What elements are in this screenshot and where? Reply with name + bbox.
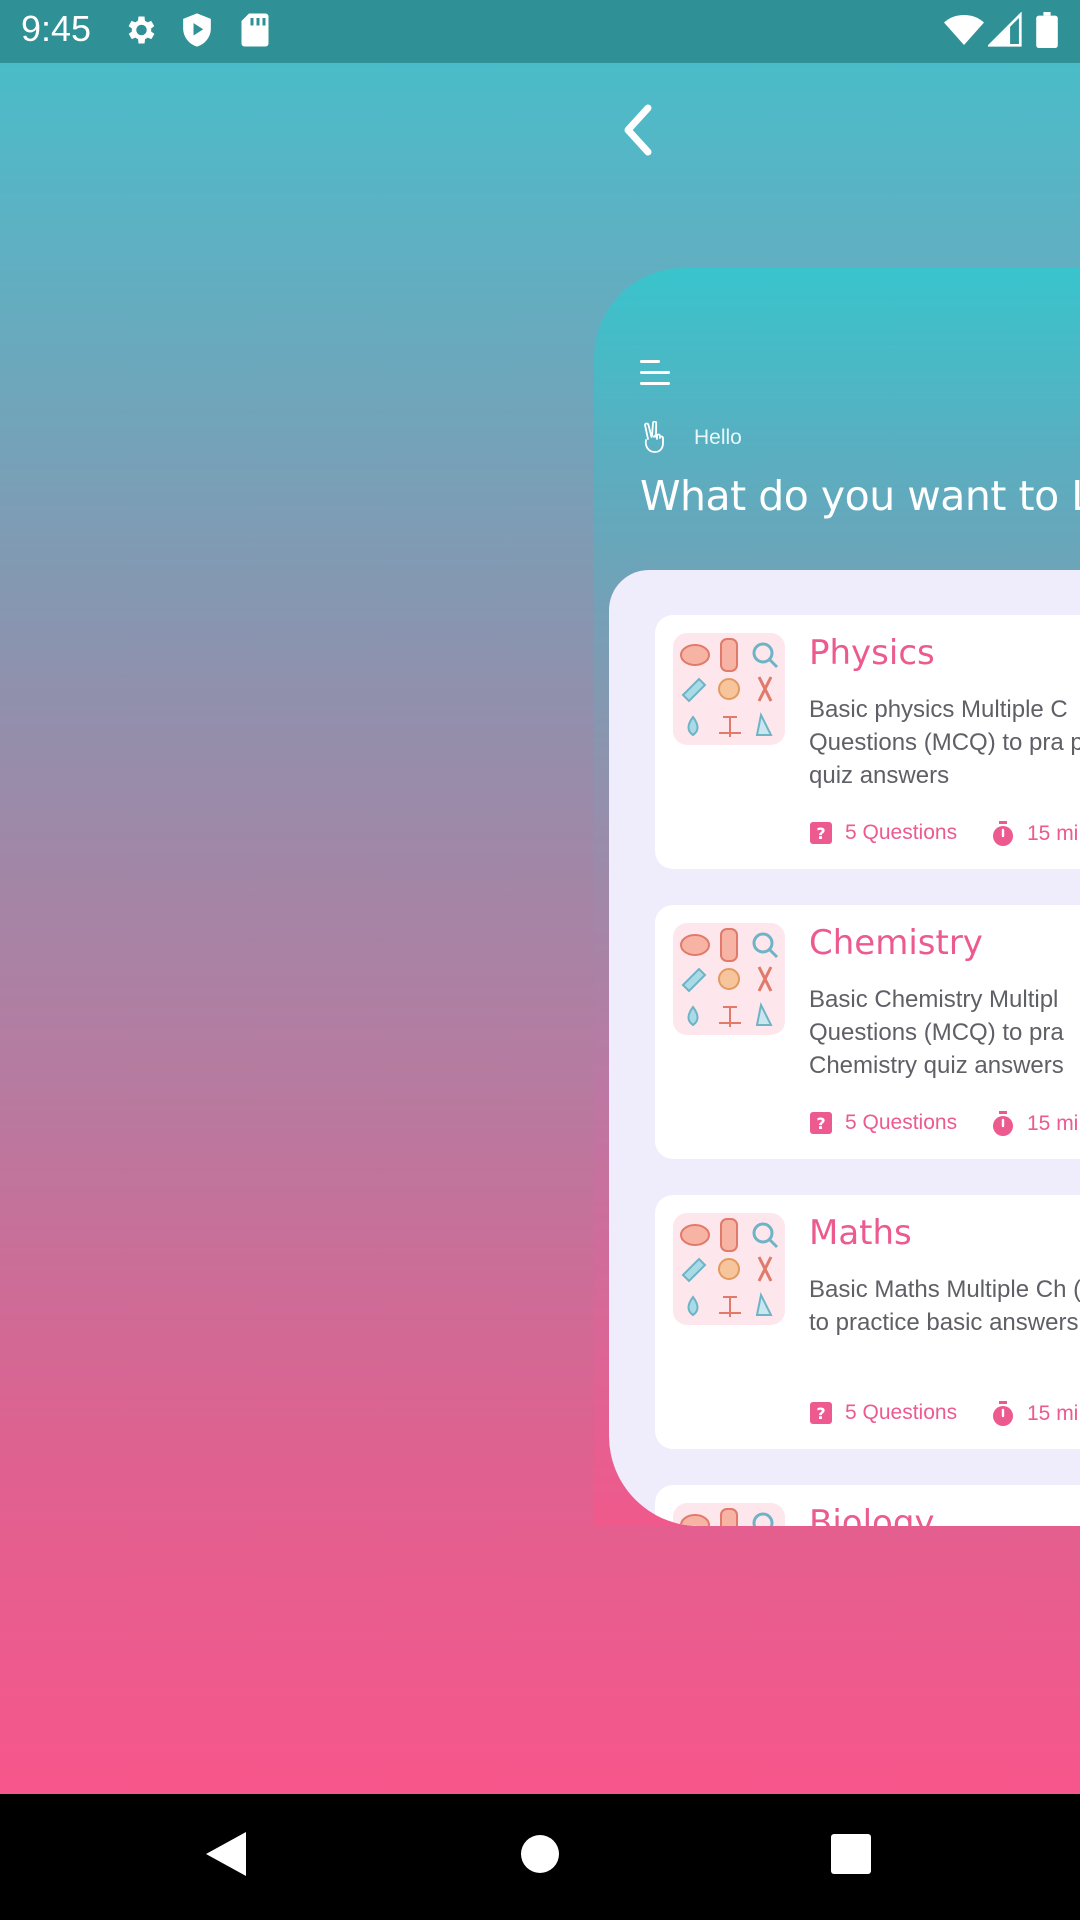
science-doodle-icon (680, 638, 779, 737)
app-screen: 9:45 Hello What do you want to Le Physic… (0, 0, 1080, 1794)
system-nav-bar (0, 1794, 1080, 1920)
cell-signal-icon (988, 12, 1022, 47)
question-box-icon: ? (810, 1402, 832, 1424)
question-count: ? 5 Questions (809, 1111, 957, 1135)
shield-play-icon (183, 13, 211, 47)
greeting-text: Hello (694, 426, 742, 449)
settings-gear-icon (128, 16, 155, 44)
course-card-chemistry[interactable]: Chemistry Basic Chemistry Multipl Questi… (655, 905, 1080, 1159)
status-bar: 9:45 (0, 0, 1080, 63)
svg-text:?: ? (816, 824, 825, 843)
course-description: Basic physics Multiple C Questions (MCQ)… (809, 696, 1080, 789)
course-card-maths[interactable]: Maths Basic Maths Multiple Ch (MCQ) to p… (655, 1195, 1080, 1449)
hamburger-menu-icon[interactable] (640, 358, 672, 388)
greeting-row: Hello (642, 420, 742, 456)
course-card-biology[interactable]: Biology (655, 1485, 1080, 1526)
recents-square-icon[interactable] (830, 1828, 872, 1880)
course-title: Biology (809, 1503, 935, 1526)
course-title: Physics (809, 633, 935, 673)
course-description: Basic Maths Multiple Ch (MCQ) to practic… (809, 1276, 1080, 1336)
timer-icon (993, 1401, 1013, 1426)
question-box-icon: ? (810, 1112, 832, 1134)
course-card-physics[interactable]: Physics Basic physics Multiple C Questio… (655, 615, 1080, 869)
timer-icon (993, 821, 1013, 846)
course-title: Chemistry (809, 923, 983, 963)
back-chevron-icon[interactable] (612, 100, 662, 160)
course-thumbnail (673, 1213, 785, 1325)
battery-icon (1036, 12, 1058, 48)
sd-card-icon (241, 13, 269, 47)
science-doodle-icon (680, 928, 779, 1027)
course-title: Maths (809, 1213, 912, 1253)
svg-text:?: ? (816, 1404, 825, 1423)
timer-icon (993, 1111, 1013, 1136)
wifi-icon (944, 15, 984, 45)
science-doodle-icon (680, 1218, 779, 1317)
question-count: ? 5 Questions (809, 1401, 957, 1425)
peace-hand-icon (644, 421, 664, 453)
course-thumbnail (673, 1503, 785, 1526)
course-thumbnail (673, 923, 785, 1035)
course-description: Basic Chemistry Multipl Questions (MCQ) … (809, 986, 1064, 1079)
headline: What do you want to Le (640, 472, 1080, 520)
science-doodle-icon (680, 1508, 774, 1526)
status-time: 9:45 (21, 8, 92, 49)
course-thumbnail (673, 633, 785, 745)
svg-text:?: ? (816, 1114, 825, 1133)
question-count: ? 5 Questions (809, 821, 957, 845)
quiz-duration: 15 mi (991, 1111, 1078, 1137)
quiz-duration: 15 mi (991, 821, 1078, 847)
home-circle-icon[interactable] (520, 1828, 560, 1880)
back-triangle-icon[interactable] (202, 1828, 250, 1880)
main-card: Hello What do you want to Le Physics Bas… (594, 268, 1080, 1526)
course-list: Physics Basic physics Multiple C Questio… (609, 570, 1080, 1526)
quiz-duration: 15 mi (991, 1401, 1078, 1427)
question-box-icon: ? (810, 822, 832, 844)
